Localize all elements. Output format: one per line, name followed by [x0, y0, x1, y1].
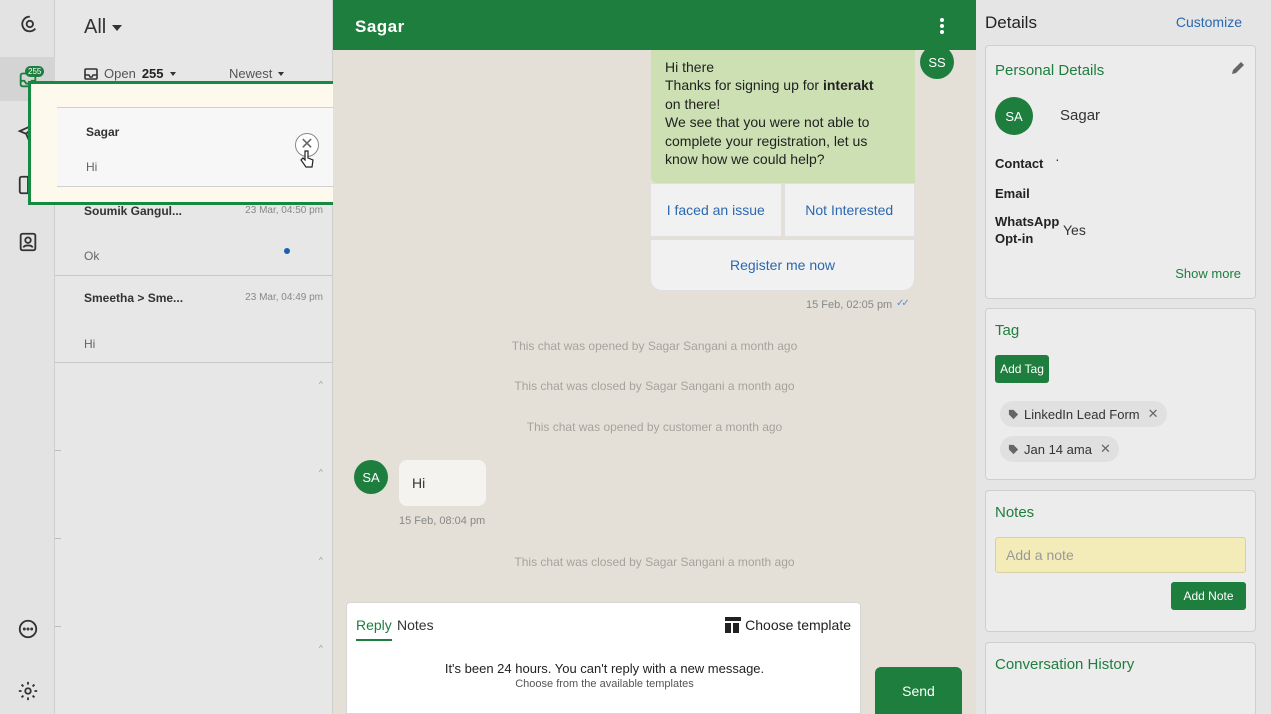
conversation-history-card: Conversation History: [985, 642, 1256, 714]
conversation-name: Smeetha > Sme...: [84, 291, 184, 305]
remove-tag-icon[interactable]: ✕: [1100, 441, 1111, 457]
divider: [55, 538, 61, 539]
quick-reply-button[interactable]: Register me now: [650, 239, 915, 291]
template-icon: [725, 617, 742, 633]
incoming-message: Hi: [399, 460, 486, 506]
status-count: 255: [141, 66, 164, 81]
tag-title: Tag: [995, 322, 1020, 339]
contact-value: ·: [1055, 151, 1060, 167]
details-title: Details: [985, 13, 1037, 32]
filter-dropdown[interactable]: All: [84, 16, 123, 39]
system-message: This chat was closed by Sagar Sangani a …: [514, 379, 795, 393]
inbox-badge: 255: [25, 66, 45, 77]
message-line: Hi there: [665, 59, 715, 75]
whatsapp-optin-value: Yes: [1063, 222, 1086, 238]
conversation-preview: Hi: [84, 337, 96, 351]
reply-box: Reply Notes Choose template It's been 24…: [346, 602, 861, 714]
customize-link[interactable]: Customize: [1176, 14, 1242, 30]
choose-template-button[interactable]: Choose template: [725, 617, 851, 633]
conversation-time: 23 Mar, 04:49 pm: [245, 292, 323, 303]
send-button[interactable]: Send: [875, 667, 962, 714]
chevron-down-icon: [169, 71, 176, 76]
tag-label: Jan 14 ama: [1024, 441, 1092, 457]
tag-icon: [1008, 444, 1019, 454]
tray-icon: [84, 67, 98, 80]
scroll-marker: ^: [319, 644, 323, 653]
contact-avatar: SA: [995, 97, 1033, 135]
show-more-link[interactable]: Show more: [1175, 266, 1241, 281]
choose-template-label: Choose template: [745, 617, 851, 633]
conversation-preview: Hi: [86, 160, 98, 174]
conversation-preview: Ok: [84, 249, 100, 263]
message-line: on there!: [665, 95, 721, 112]
chat-panel: Sagar SS Hi there Thanks for signing up …: [333, 0, 976, 714]
scroll-marker: ^: [319, 468, 323, 477]
chat-bubble-icon[interactable]: [0, 607, 55, 651]
email-label: Email: [995, 186, 1030, 201]
hand-cursor-icon: [300, 150, 314, 168]
app-logo-icon[interactable]: [0, 2, 55, 46]
customer-avatar: SA: [354, 460, 388, 494]
message-time: 15 Feb, 02:05 pm: [806, 299, 893, 311]
settings-gear-icon[interactable]: [0, 669, 55, 713]
tab-reply[interactable]: Reply: [356, 617, 392, 641]
notes-title: Notes: [995, 504, 1035, 521]
divider: [55, 626, 61, 627]
scroll-marker: ^: [319, 556, 323, 565]
sort-dropdown[interactable]: Newest: [229, 66, 285, 81]
divider: [55, 450, 61, 451]
tab-notes[interactable]: Notes: [397, 617, 434, 633]
tag-chip: Jan 14 ama ✕: [1000, 436, 1119, 462]
reply-notice: It's been 24 hours. You can't reply with…: [444, 661, 765, 676]
highlight-box: Sagar Hi ✕: [28, 81, 359, 205]
contact-label: Contact: [995, 156, 1044, 171]
chat-header: Sagar: [333, 0, 976, 50]
outgoing-message: Hi there Thanks for signing up for inter…: [651, 50, 915, 183]
conversation-name: Sagar: [86, 125, 120, 139]
conversation-item[interactable]: Smeetha > Sme... 23 Mar, 04:49 pm Hi: [55, 276, 333, 363]
chevron-down-icon: [112, 24, 123, 31]
add-tag-button[interactable]: Add Tag: [995, 355, 1049, 383]
agent-avatar: SS: [920, 45, 954, 79]
unread-indicator: [284, 248, 290, 254]
personal-details-card: Personal Details SA Sagar Contact · Emai…: [985, 45, 1256, 299]
filter-label: All: [84, 16, 107, 38]
whatsapp-optin-label: WhatsApp Opt-in: [995, 214, 1060, 246]
note-input[interactable]: [995, 537, 1246, 573]
system-message: This chat was opened by customer a month…: [526, 420, 783, 434]
conversation-item-selected[interactable]: Sagar Hi ✕: [57, 107, 333, 187]
quick-reply-button[interactable]: I faced an issue: [650, 183, 782, 237]
chevron-down-icon: [278, 71, 285, 76]
contacts-book-icon[interactable]: [0, 220, 55, 264]
system-message: This chat was opened by Sagar Sangani a …: [511, 339, 798, 353]
details-panel: Details Customize Personal Details SA Sa…: [976, 0, 1271, 714]
tag-icon: [1008, 409, 1019, 419]
message-line: Thanks for signing up for interakt: [665, 77, 874, 94]
personal-details-title: Personal Details: [995, 62, 1105, 79]
quick-reply-button[interactable]: Not Interested: [783, 183, 915, 237]
status-dropdown[interactable]: Open 255: [84, 66, 176, 81]
notes-card: Notes Add Note: [985, 490, 1256, 632]
conversation-time: 23 Mar, 04:50 pm: [245, 205, 323, 216]
read-receipt-icon: ✓✓: [896, 298, 910, 309]
more-options-icon[interactable]: [940, 18, 944, 34]
scroll-marker: ^: [319, 380, 323, 389]
contact-name: Sagar: [1060, 107, 1101, 124]
message-line: We see that you were not able to complet…: [665, 114, 870, 168]
tag-card: Tag Add Tag LinkedIn Lead Form ✕ Jan 14 …: [985, 308, 1256, 480]
message-time: 15 Feb, 08:04 pm: [399, 515, 486, 527]
status-label: Open: [104, 66, 136, 81]
chat-title: Sagar: [355, 17, 405, 36]
tag-chip: LinkedIn Lead Form ✕: [1000, 401, 1167, 427]
reply-sub-notice: Choose from the available templates: [515, 678, 694, 690]
tag-label: LinkedIn Lead Form: [1024, 406, 1140, 422]
sort-label: Newest: [229, 66, 273, 81]
conversation-history-title: Conversation History: [995, 656, 1135, 673]
remove-tag-icon[interactable]: ✕: [1148, 406, 1159, 422]
add-note-button[interactable]: Add Note: [1171, 582, 1246, 610]
quick-reply-row: I faced an issue Not Interested: [650, 183, 915, 237]
system-message: This chat was closed by Sagar Sangani a …: [514, 555, 795, 569]
edit-pencil-icon[interactable]: [1230, 60, 1246, 76]
conversation-name: Soumik Gangul...: [84, 204, 183, 218]
